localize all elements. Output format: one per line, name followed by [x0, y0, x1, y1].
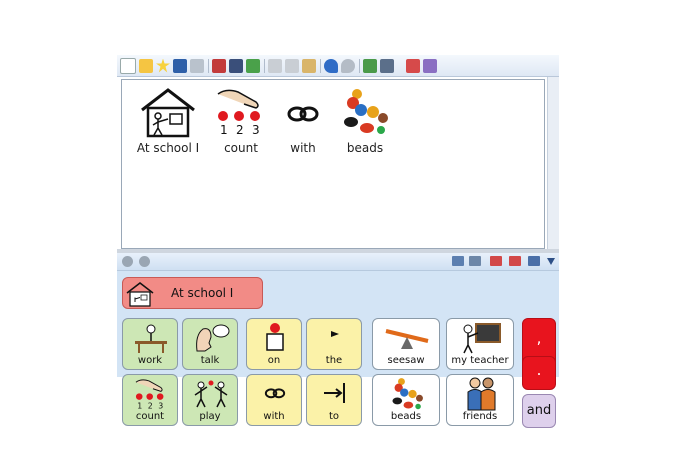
- svg-text:1: 1: [137, 401, 142, 410]
- cell-label: ,: [536, 329, 542, 347]
- counting-hand-icon: 1 2 3: [135, 379, 164, 410]
- cell-my-teacher[interactable]: my teacher: [446, 318, 514, 370]
- on-box-icon: [266, 323, 284, 351]
- symbol-label: count: [224, 141, 258, 155]
- editor-symbol-beads: beads: [334, 86, 396, 156]
- arrow-to-line-icon: [324, 383, 345, 403]
- cell-label: play: [199, 411, 221, 422]
- svg-text:2: 2: [148, 401, 153, 410]
- symbol-label: At school I: [136, 141, 200, 155]
- house-person-icon: [126, 282, 154, 307]
- cell-the[interactable]: the: [306, 318, 362, 370]
- symbol-writer-window: At school I 1 2 3 count with beads At sc…: [117, 55, 559, 428]
- flag-icon: [331, 331, 339, 337]
- chevron-down-icon[interactable]: [397, 59, 403, 73]
- editor-symbol-at-school: At school I: [132, 86, 204, 156]
- with-rings-icon: [264, 388, 286, 399]
- document-editor[interactable]: At school I 1 2 3 count with beads: [121, 79, 545, 249]
- back-icon[interactable]: [122, 256, 133, 267]
- seesaw-icon: [385, 329, 429, 349]
- grid-view-icon[interactable]: [452, 256, 464, 266]
- symbol-icon[interactable]: [363, 58, 377, 73]
- speaker-icon[interactable]: [380, 58, 394, 73]
- save-icon[interactable]: [173, 58, 187, 73]
- text-format-icon[interactable]: [212, 58, 226, 73]
- cell-play[interactable]: play: [182, 374, 238, 426]
- star-icon[interactable]: [156, 58, 170, 73]
- beads-icon: [392, 378, 423, 410]
- cell-label: friends: [462, 411, 498, 422]
- cell-on[interactable]: on: [246, 318, 302, 370]
- svg-text:3: 3: [252, 123, 260, 137]
- svg-text:3: 3: [158, 401, 163, 410]
- undo-icon[interactable]: [324, 58, 338, 73]
- house-person-icon: [141, 88, 195, 138]
- chevron-down-icon[interactable]: [547, 258, 555, 265]
- desk-person-icon: [135, 324, 167, 353]
- sentence-starter-button[interactable]: At school I: [122, 277, 263, 309]
- return-icon[interactable]: [528, 256, 540, 266]
- cell-label: on: [267, 355, 281, 366]
- cell-label: to: [328, 411, 340, 422]
- cell-label: .: [536, 361, 542, 379]
- edit-icon[interactable]: [139, 58, 153, 73]
- new-document-icon[interactable]: [120, 57, 136, 74]
- toolbar-separator: [320, 58, 321, 73]
- friends-icon: [467, 377, 496, 411]
- main-toolbar: [117, 55, 559, 77]
- svg-text:1: 1: [220, 123, 228, 137]
- playing-children-icon: [194, 380, 228, 408]
- cell-with[interactable]: with: [246, 374, 302, 426]
- paste-icon[interactable]: [302, 58, 316, 73]
- sentence-starter-label: At school I: [171, 286, 234, 300]
- cell-seesaw[interactable]: seesaw: [372, 318, 440, 370]
- keyboard-icon[interactable]: [469, 256, 481, 266]
- wand-icon[interactable]: [423, 58, 437, 73]
- cell-label: the: [325, 355, 343, 366]
- cell-label: seesaw: [387, 355, 425, 366]
- print-icon[interactable]: [190, 58, 204, 73]
- grid-panel-header: [117, 253, 559, 271]
- grid-panel: At school I work talk on the seesaw my t…: [117, 253, 559, 428]
- cell-label: my teacher: [451, 355, 509, 366]
- cell-label: with: [263, 411, 285, 422]
- cell-talk[interactable]: talk: [182, 318, 238, 370]
- talking-face-icon: [196, 324, 230, 352]
- cell-friends[interactable]: friends: [446, 374, 514, 426]
- teacher-board-icon: [463, 323, 501, 354]
- symbol-label: with: [290, 141, 316, 155]
- cell-label: talk: [200, 355, 220, 366]
- copy-icon[interactable]: [285, 58, 299, 73]
- toolbar-separator: [208, 58, 209, 73]
- cell-count[interactable]: 1 2 3 count: [122, 374, 178, 426]
- toolbar-separator: [359, 58, 360, 73]
- page-icon[interactable]: [490, 256, 502, 266]
- cell-and[interactable]: and: [522, 394, 556, 428]
- page-back-icon[interactable]: [509, 256, 521, 266]
- list-icon[interactable]: [406, 58, 420, 73]
- counting-hand-icon: 1 2 3: [217, 89, 260, 137]
- cell-period[interactable]: .: [522, 356, 556, 390]
- cell-label: work: [137, 355, 163, 366]
- editor-scrollbar[interactable]: [547, 77, 559, 253]
- cell-to[interactable]: to: [306, 374, 362, 426]
- cell-label: and: [526, 403, 552, 418]
- svg-text:2: 2: [236, 123, 244, 137]
- paragraph-icon[interactable]: [229, 58, 243, 73]
- symbol-label: beads: [346, 141, 384, 155]
- cell-work[interactable]: work: [122, 318, 178, 370]
- redo-icon[interactable]: [341, 58, 355, 73]
- with-rings-icon: [287, 106, 319, 122]
- beads-icon: [344, 89, 388, 134]
- forward-icon[interactable]: [139, 256, 150, 267]
- editor-symbol-count: 1 2 3 count: [210, 86, 272, 156]
- check-icon[interactable]: [246, 58, 260, 73]
- cell-label: beads: [390, 411, 422, 422]
- cell-beads[interactable]: beads: [372, 374, 440, 426]
- editor-symbol-with: with: [280, 86, 326, 156]
- toolbar-separator: [264, 58, 265, 73]
- cell-label: count: [135, 411, 165, 422]
- cut-icon[interactable]: [268, 58, 282, 73]
